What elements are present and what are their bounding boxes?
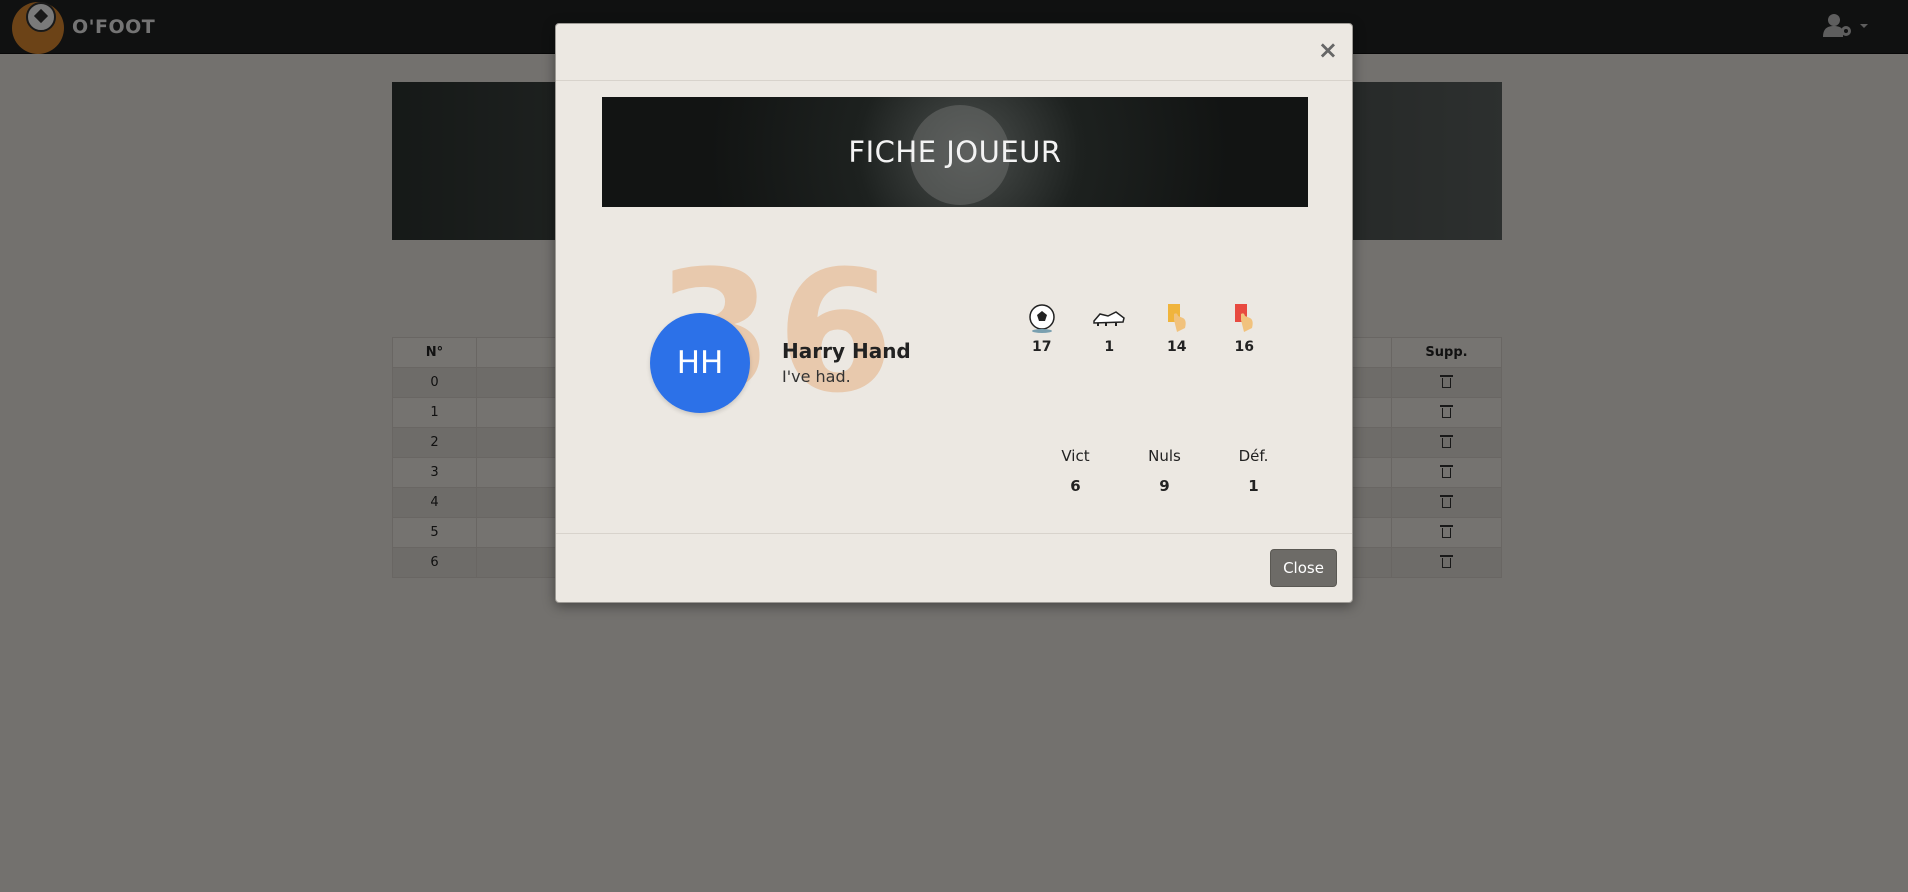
close-button[interactable]: Close [1270, 549, 1337, 587]
player-stats: 17 1 14 16 [1008, 301, 1278, 355]
red-card-icon [1211, 301, 1279, 335]
result-value: 6 [1070, 477, 1081, 495]
modal-header: × [556, 24, 1352, 81]
avatar: HH [650, 313, 750, 413]
stat-red-cards: 16 [1211, 301, 1279, 355]
stat-assists: 1 [1076, 301, 1144, 355]
player-quote: I've had. [782, 367, 851, 386]
match-results: Vict 6 Nuls 9 Déf. 1 [1031, 447, 1301, 495]
result-losses: Déf. 1 [1209, 447, 1298, 495]
hero-banner: FICHE JOUEUR [602, 97, 1308, 207]
stat-value: 17 [1032, 339, 1052, 355]
result-value: 1 [1248, 477, 1259, 495]
player-name: Harry Hand [782, 339, 911, 363]
modal-title: FICHE JOUEUR [848, 135, 1062, 169]
close-icon[interactable]: × [1318, 38, 1338, 62]
result-value: 9 [1159, 477, 1170, 495]
result-label: Nuls [1148, 447, 1181, 465]
player-modal: × FICHE JOUEUR 36 HH Harry Hand I've had… [555, 23, 1353, 603]
football-boot-icon [1076, 301, 1144, 335]
stat-value: 14 [1167, 339, 1187, 355]
result-label: Vict [1061, 447, 1090, 465]
stat-yellow-cards: 14 [1143, 301, 1211, 355]
stat-value: 16 [1234, 339, 1254, 355]
soccer-ball-icon [1008, 301, 1076, 335]
yellow-card-icon [1143, 301, 1211, 335]
stat-goals: 17 [1008, 301, 1076, 355]
modal-body: FICHE JOUEUR 36 HH Harry Hand I've had. … [556, 81, 1352, 534]
result-label: Déf. [1238, 447, 1269, 465]
result-wins: Vict 6 [1031, 447, 1120, 495]
stat-value: 1 [1104, 339, 1115, 355]
result-draws: Nuls 9 [1120, 447, 1209, 495]
modal-footer: Close [556, 534, 1352, 603]
